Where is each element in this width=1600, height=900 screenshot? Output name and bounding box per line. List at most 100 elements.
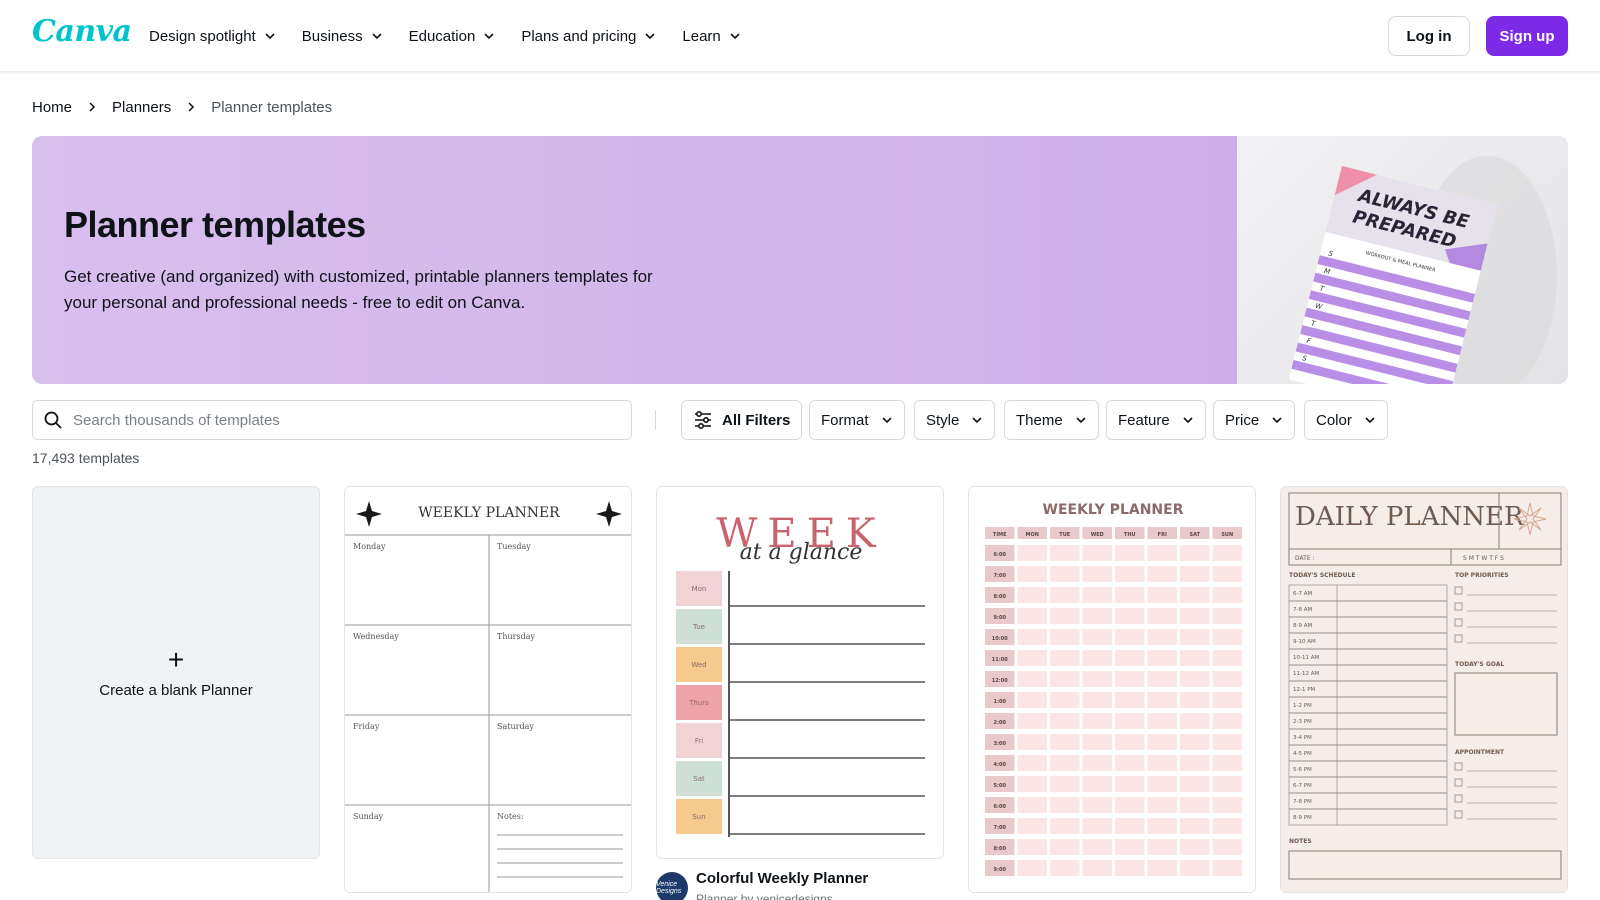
template-card[interactable]: WEEKLY PLANNER Monday Tuesday Wednesday … bbox=[344, 486, 632, 893]
nav-label: Education bbox=[408, 27, 476, 45]
schedule-time: 11-12 AM bbox=[1293, 671, 1319, 677]
create-blank-card[interactable]: + Create a blank Planner bbox=[32, 486, 320, 859]
filter-label: Color bbox=[1316, 411, 1352, 429]
table-cell bbox=[1050, 608, 1080, 624]
table-cell bbox=[1147, 797, 1177, 813]
table-cell bbox=[1147, 545, 1177, 561]
template-card-colorful-weekly[interactable]: WEEK at a glance Mon Tue Wed Thurs Fri Sat Sun bbox=[656, 486, 944, 859]
weekday-initials: S M T W T F S bbox=[1463, 555, 1504, 562]
nav-learn[interactable]: Learn bbox=[682, 28, 740, 45]
signup-button[interactable]: Sign up bbox=[1486, 16, 1568, 56]
table-cell bbox=[1017, 566, 1047, 582]
table-cell bbox=[1115, 860, 1145, 876]
nav-education[interactable]: Education bbox=[409, 28, 496, 45]
day-label: Saturday bbox=[497, 722, 534, 731]
table-cell bbox=[1180, 797, 1210, 813]
login-button[interactable]: Log in bbox=[1388, 16, 1470, 56]
chevron-down-icon bbox=[645, 33, 655, 40]
canva-logo[interactable]: Canva bbox=[32, 14, 132, 49]
table-cell bbox=[1212, 692, 1242, 708]
template-caption-title[interactable]: Colorful Weekly Planner bbox=[696, 870, 868, 887]
schedule-time: 12-1 PM bbox=[1293, 687, 1316, 693]
filter-sliders-icon bbox=[695, 410, 711, 430]
chevron-down-icon bbox=[730, 33, 740, 40]
nav-label: Design spotlight bbox=[149, 27, 256, 45]
goal-label: TODAY'S GOAL bbox=[1455, 661, 1504, 668]
table-cell bbox=[1180, 713, 1210, 729]
breadcrumb-home[interactable]: Home bbox=[32, 99, 72, 116]
nav-design-spotlight[interactable]: Design spotlight bbox=[149, 28, 276, 45]
table-cell bbox=[1115, 755, 1145, 771]
table-cell bbox=[1082, 692, 1112, 708]
template-title: WEEKLY PLANNER bbox=[1043, 502, 1184, 518]
table-cell bbox=[1180, 776, 1210, 792]
time-label: 2:00 bbox=[994, 720, 1007, 726]
filter-theme[interactable]: Theme bbox=[1004, 400, 1099, 440]
table-cell bbox=[1115, 608, 1145, 624]
template-card[interactable]: DAILY PLANNER DATE : S M T W T F S TODAY… bbox=[1280, 486, 1568, 893]
filter-style[interactable]: Style bbox=[914, 400, 996, 440]
filter-color[interactable]: Color bbox=[1304, 400, 1388, 440]
table-cell bbox=[1212, 608, 1242, 624]
table-cell bbox=[1017, 608, 1047, 624]
avatar[interactable]: Venice Designs bbox=[656, 872, 688, 900]
nav-business[interactable]: Business bbox=[302, 28, 383, 45]
chevron-down-icon bbox=[1183, 417, 1193, 424]
table-cell bbox=[1212, 818, 1242, 834]
table-cell bbox=[1050, 566, 1080, 582]
table-cell bbox=[1082, 587, 1112, 603]
table-cell bbox=[1115, 713, 1145, 729]
date-label: DATE : bbox=[1295, 555, 1315, 562]
schedule-time: 9-10 AM bbox=[1293, 639, 1316, 645]
priorities-label: TOP PRIORITIES bbox=[1455, 572, 1509, 579]
table-cell bbox=[1115, 797, 1145, 813]
time-label: 8:00 bbox=[994, 846, 1007, 852]
template-script: at a glance bbox=[740, 540, 863, 565]
template-caption-author[interactable]: Planner by venicedesigns bbox=[696, 892, 833, 900]
table-cell bbox=[1082, 755, 1112, 771]
breadcrumb-current: Planner templates bbox=[211, 98, 333, 116]
table-cell bbox=[1147, 692, 1177, 708]
table-cell bbox=[1082, 776, 1112, 792]
chevron-right-icon bbox=[89, 102, 96, 112]
search-input[interactable] bbox=[73, 411, 613, 429]
day-label: Sunday bbox=[353, 812, 384, 821]
table-cell bbox=[1147, 587, 1177, 603]
time-label: 3:00 bbox=[994, 741, 1007, 747]
table-cell bbox=[1115, 650, 1145, 666]
time-label: 5:00 bbox=[994, 783, 1007, 789]
day-label: Mon bbox=[692, 585, 707, 593]
chevron-down-icon bbox=[1076, 417, 1086, 424]
table-cell bbox=[1212, 587, 1242, 603]
table-cell bbox=[1082, 608, 1112, 624]
table-cell bbox=[1017, 860, 1047, 876]
table-cell bbox=[1050, 650, 1080, 666]
template-title: WEEKLY PLANNER bbox=[418, 505, 560, 521]
nav-plans-and-pricing[interactable]: Plans and pricing bbox=[521, 28, 656, 45]
schedule-time: 6-7 PM bbox=[1293, 783, 1312, 789]
filter-feature[interactable]: Feature bbox=[1106, 400, 1206, 440]
schedule-time: 10-11 AM bbox=[1293, 655, 1319, 661]
create-blank-label: Create a blank Planner bbox=[99, 682, 253, 699]
day-label: Fri bbox=[695, 737, 703, 745]
table-cell bbox=[1115, 629, 1145, 645]
filter-price[interactable]: Price bbox=[1213, 400, 1296, 440]
table-cell bbox=[1115, 818, 1145, 834]
day-label: Notes: bbox=[497, 812, 524, 821]
hero-description: Get creative (and organized) with custom… bbox=[64, 267, 653, 312]
table-cell bbox=[1050, 776, 1080, 792]
appointment-label: APPOINTMENT bbox=[1455, 749, 1505, 756]
time-label: 11:00 bbox=[992, 657, 1008, 663]
template-card[interactable]: WEEKLY PLANNER TIME MON TUE WED THU FRI SAT SUN… bbox=[968, 486, 1256, 893]
table-cell bbox=[1050, 860, 1080, 876]
schedule-time: 5-6 PM bbox=[1293, 767, 1312, 773]
table-cell bbox=[1082, 566, 1112, 582]
schedule-time: 8-9 PM bbox=[1293, 815, 1312, 821]
breadcrumb-planners[interactable]: Planners bbox=[112, 99, 171, 116]
notes-label: NOTES bbox=[1289, 838, 1312, 845]
day-label: Tuesday bbox=[497, 542, 531, 551]
template-search[interactable] bbox=[32, 400, 632, 440]
table-cell bbox=[1017, 713, 1047, 729]
filter-format[interactable]: Format bbox=[809, 400, 905, 440]
all-filters-button[interactable]: All Filters bbox=[681, 400, 803, 440]
